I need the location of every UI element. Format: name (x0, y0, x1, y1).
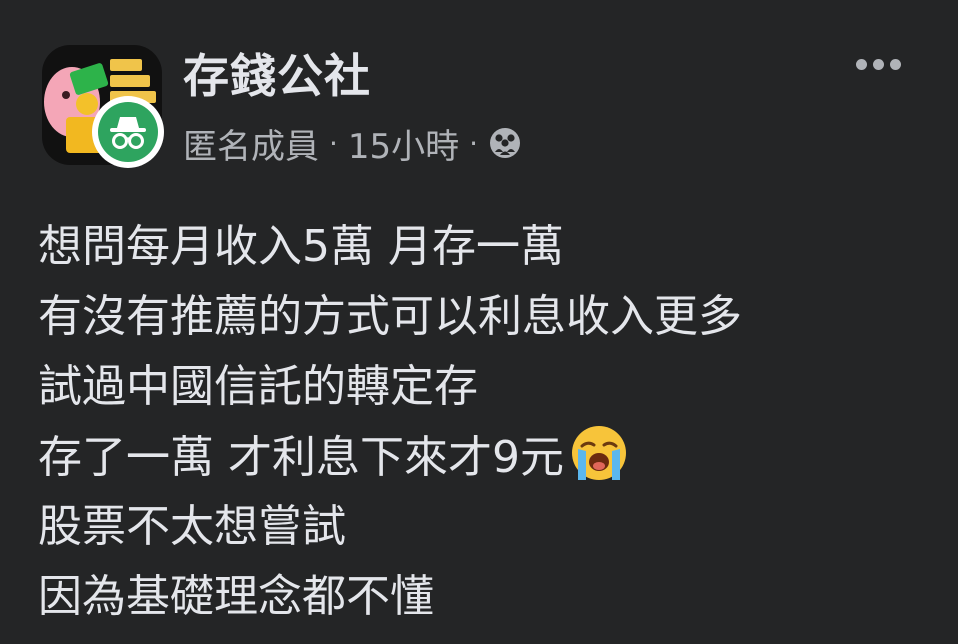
more-options-icon[interactable] (846, 46, 910, 82)
post-body-line: 存了一萬 才利息下來才9元 (38, 432, 564, 483)
post-body-line: 試過中國信託的轉定存 (38, 361, 478, 412)
post-body-line: 有沒有推薦的方式可以利息收入更多 (38, 291, 742, 342)
post-body: 想問每月收入5萬 月存一萬 有沒有推薦的方式可以利息收入更多 試過中國信託的轉定… (38, 212, 938, 632)
post-body-line-with-emoji: 存了一萬 才利息下來才9元 (38, 422, 938, 492)
loudly-crying-face-icon (568, 422, 630, 484)
coin-illustration (76, 93, 98, 115)
meta-separator: · (469, 126, 479, 160)
post-body-line: 想問每月收入5萬 月存一萬 (38, 221, 564, 272)
pig-eye (62, 91, 70, 99)
anonymous-member-icon (92, 96, 164, 168)
post-timestamp[interactable]: 15小時 (348, 119, 459, 168)
post-body-line: 股票不太想嘗試 (38, 501, 346, 552)
group-name[interactable]: 存錢公社 (183, 40, 371, 106)
meta-separator: · (329, 126, 338, 160)
post-card: 存錢公社 匿名成員 · 15小時 · 想問每月收入5萬 月存一萬 有沒有推薦的方… (0, 0, 958, 644)
author-name[interactable]: 匿名成員 (183, 119, 319, 168)
post-meta: 匿名成員 · 15小時 · (183, 118, 522, 168)
post-body-line: 因為基礎理念都不懂 (38, 571, 434, 622)
group-members-icon (488, 126, 522, 160)
